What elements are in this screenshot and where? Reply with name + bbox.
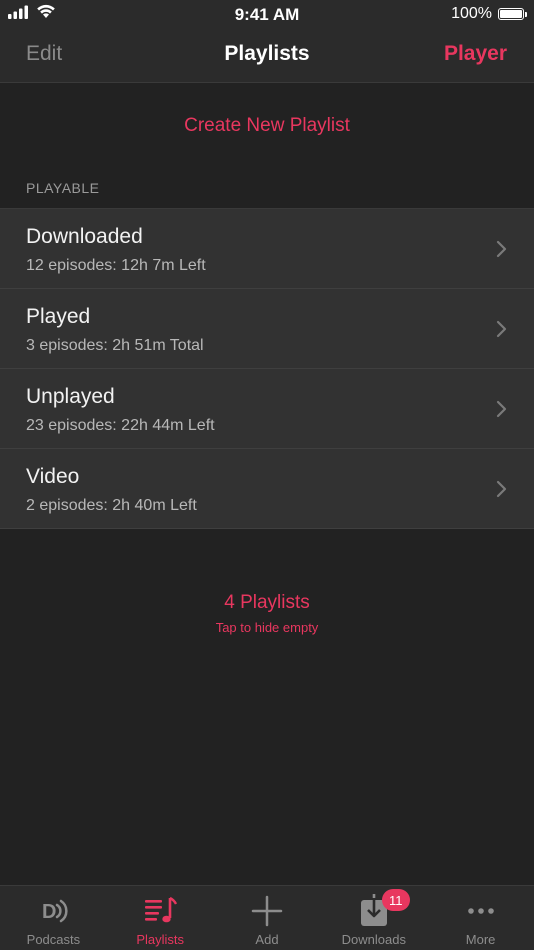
playlist-title: Played: [26, 305, 91, 328]
status-bar: 9:41 AM 100%: [0, 0, 534, 28]
more-icon: [467, 908, 494, 914]
chevron-right-icon: [496, 240, 507, 258]
tab-label: Playlists: [136, 932, 185, 947]
chevron-right-icon: [496, 480, 507, 498]
add-icon: [251, 895, 283, 927]
playlist-subtitle: 23 episodes: 22h 44m Left: [26, 417, 215, 434]
chevron-right-icon: [496, 400, 507, 418]
tab-label: Podcasts: [26, 932, 81, 947]
create-new-playlist-button[interactable]: Create New Playlist: [184, 115, 350, 137]
svg-text:D: D: [42, 901, 56, 923]
tab-label: Add: [255, 932, 279, 947]
playlist-subtitle: 12 episodes: 12h 7m Left: [26, 257, 206, 274]
player-button[interactable]: Player: [444, 42, 507, 66]
tab-downloads[interactable]: 11 Downloads: [320, 886, 427, 950]
podcasts-icon: D: [42, 899, 68, 923]
tab-more[interactable]: More: [427, 886, 534, 950]
tab-podcasts[interactable]: D Podcasts: [0, 886, 107, 950]
battery-percent: 100%: [451, 5, 492, 22]
playlist-count[interactable]: 4 Playlists: [0, 592, 534, 614]
edit-button[interactable]: Edit: [26, 42, 62, 66]
hide-empty-hint[interactable]: Tap to hide empty: [0, 620, 534, 635]
playlists-icon: [145, 896, 178, 923]
section-header-playable: PLAYABLE: [26, 180, 100, 196]
playlist-title: Unplayed: [26, 385, 115, 408]
playlist-title: Video: [26, 465, 80, 488]
playlist-row-downloaded[interactable]: Downloaded 12 episodes: 12h 7m Left: [0, 209, 534, 289]
tab-add[interactable]: Add: [214, 886, 321, 950]
playlist-row-video[interactable]: Video 2 episodes: 2h 40m Left: [0, 449, 534, 529]
tab-label: Downloads: [341, 932, 406, 947]
tab-label: More: [465, 932, 496, 947]
navigation-bar: Edit Playlists Player: [0, 28, 534, 83]
tab-playlists[interactable]: Playlists: [107, 886, 214, 950]
create-playlist-row: Create New Playlist: [0, 83, 534, 169]
battery-icon: [498, 8, 527, 20]
chevron-right-icon: [496, 320, 507, 338]
battery-level: [500, 10, 522, 18]
downloads-badge: 11: [381, 889, 410, 911]
playlist-row-played[interactable]: Played 3 episodes: 2h 51m Total: [0, 289, 534, 369]
playlist-subtitle: 2 episodes: 2h 40m Left: [26, 497, 197, 514]
playlist-row-unplayed[interactable]: Unplayed 23 episodes: 22h 44m Left: [0, 369, 534, 449]
playlist-subtitle: 3 episodes: 2h 51m Total: [26, 337, 204, 354]
tab-bar: D Podcasts Playlists Add 11 Downloads Mo…: [0, 885, 534, 950]
playlist-list: Downloaded 12 episodes: 12h 7m Left Play…: [0, 208, 534, 529]
playlist-title: Downloaded: [26, 225, 143, 248]
battery-status: 100%: [451, 5, 527, 23]
